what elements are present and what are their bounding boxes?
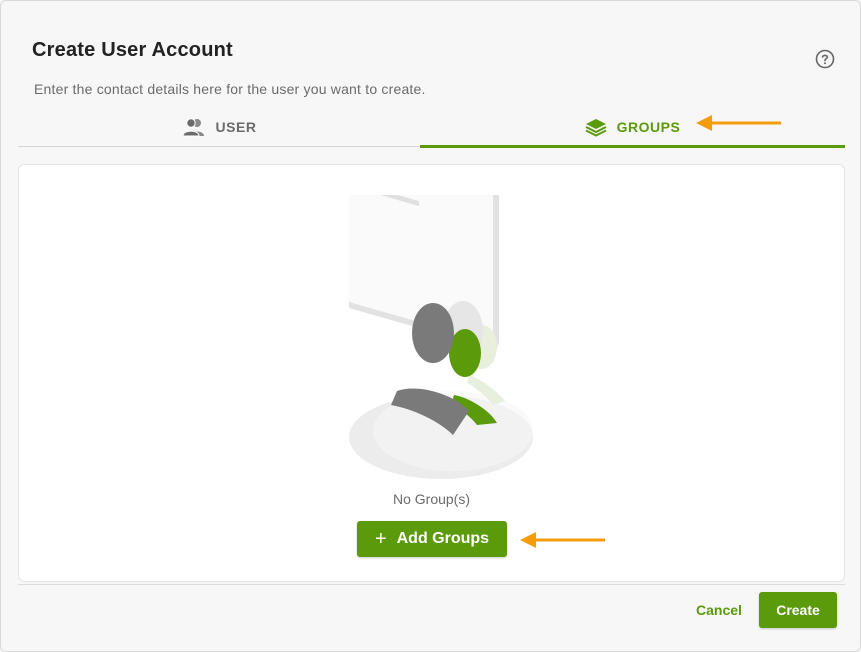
cancel-button[interactable]: Cancel bbox=[691, 599, 747, 621]
footer-divider bbox=[18, 584, 845, 585]
tab-user-label: USER bbox=[215, 119, 257, 135]
empty-state-text: No Group(s) bbox=[392, 491, 471, 507]
empty-groups-illustration bbox=[349, 195, 533, 479]
add-groups-button[interactable]: + Add Groups bbox=[357, 521, 507, 557]
layers-icon bbox=[585, 117, 607, 137]
create-user-dialog: Create User Account Enter the contact de… bbox=[0, 0, 861, 652]
users-icon bbox=[182, 117, 206, 137]
create-button[interactable]: Create bbox=[759, 592, 837, 628]
plus-icon: + bbox=[374, 528, 387, 550]
add-groups-label: Add Groups bbox=[396, 530, 490, 547]
tab-user[interactable]: USER bbox=[18, 107, 420, 147]
annotation-arrow-add-groups bbox=[520, 532, 605, 548]
groups-panel: No Group(s) + Add Groups bbox=[18, 164, 845, 582]
dialog-title: Create User Account bbox=[32, 39, 233, 61]
help-icon[interactable] bbox=[815, 49, 835, 69]
annotation-arrow-groups-tab bbox=[696, 115, 781, 131]
dialog-subtitle: Enter the contact details here for the u… bbox=[34, 81, 426, 97]
tab-groups-label: GROUPS bbox=[616, 119, 681, 135]
active-tab-indicator bbox=[420, 145, 845, 148]
